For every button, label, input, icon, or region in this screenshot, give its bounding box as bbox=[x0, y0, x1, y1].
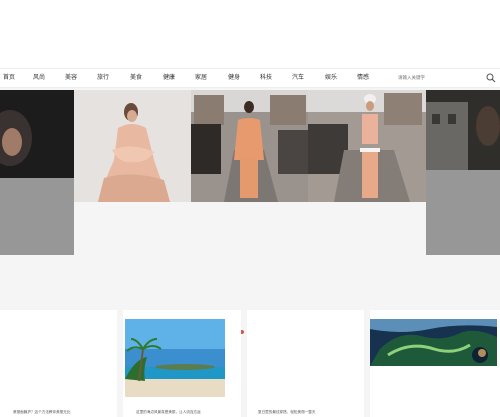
search-input[interactable] bbox=[394, 72, 480, 84]
nav-item-home-living[interactable]: 家居 bbox=[195, 73, 207, 83]
main-nav: 首页 风尚 美容 旅行 美食 健康 家居 健身 科技 汽车 娱乐 情感 bbox=[0, 68, 500, 88]
search-box bbox=[394, 72, 498, 84]
slide-image bbox=[0, 90, 74, 255]
hero-carousel bbox=[0, 90, 500, 334]
article-caption[interactable]: 美丽面膜护？这个方法教你美丽无比 bbox=[13, 410, 71, 415]
nav-item-food[interactable]: 美食 bbox=[130, 73, 142, 83]
slide-image bbox=[426, 90, 500, 255]
article-caption[interactable]: 夏日里的最佳穿搭，轻松美丽一整天 bbox=[258, 410, 316, 415]
article-card[interactable]: 夏日里的最佳穿搭，轻松美丽一整天 bbox=[247, 310, 364, 417]
article-card[interactable]: 这里的海边风景真是美丽，让人流连忘返 bbox=[123, 310, 241, 417]
nav-item-emotion[interactable]: 情感 bbox=[357, 73, 369, 83]
nav-item-beauty[interactable]: 美容 bbox=[65, 73, 77, 83]
nav-item-fitness[interactable]: 健身 bbox=[228, 73, 240, 83]
nav-item-fashion[interactable]: 风尚 bbox=[33, 73, 45, 83]
nav-item-auto[interactable]: 汽车 bbox=[292, 73, 304, 83]
carousel-slide-prev[interactable] bbox=[0, 90, 74, 255]
article-thumbnail bbox=[125, 319, 225, 397]
article-card[interactable] bbox=[370, 310, 500, 417]
nav-item-travel[interactable]: 旅行 bbox=[97, 73, 109, 83]
nav-item-home[interactable]: 首页 bbox=[3, 73, 15, 83]
article-grid: 美丽面膜护？这个方法教你美丽无比 这里的海边风景真是美丽，让人流连忘返 夏日里的… bbox=[0, 310, 500, 417]
search-icon[interactable] bbox=[486, 73, 496, 83]
nav-item-ent[interactable]: 娱乐 bbox=[325, 73, 337, 83]
carousel-slide-next[interactable] bbox=[426, 90, 500, 255]
nav-item-tech[interactable]: 科技 bbox=[260, 73, 272, 83]
slide-image bbox=[74, 90, 426, 202]
article-card[interactable]: 美丽面膜护？这个方法教你美丽无比 bbox=[0, 310, 117, 417]
nav-item-health[interactable]: 健康 bbox=[163, 73, 175, 83]
header-banner bbox=[0, 0, 500, 68]
carousel-slide-active[interactable] bbox=[74, 90, 426, 202]
article-thumbnail bbox=[370, 319, 497, 366]
article-caption[interactable]: 这里的海边风景真是美丽，让人流连忘返 bbox=[136, 410, 201, 415]
